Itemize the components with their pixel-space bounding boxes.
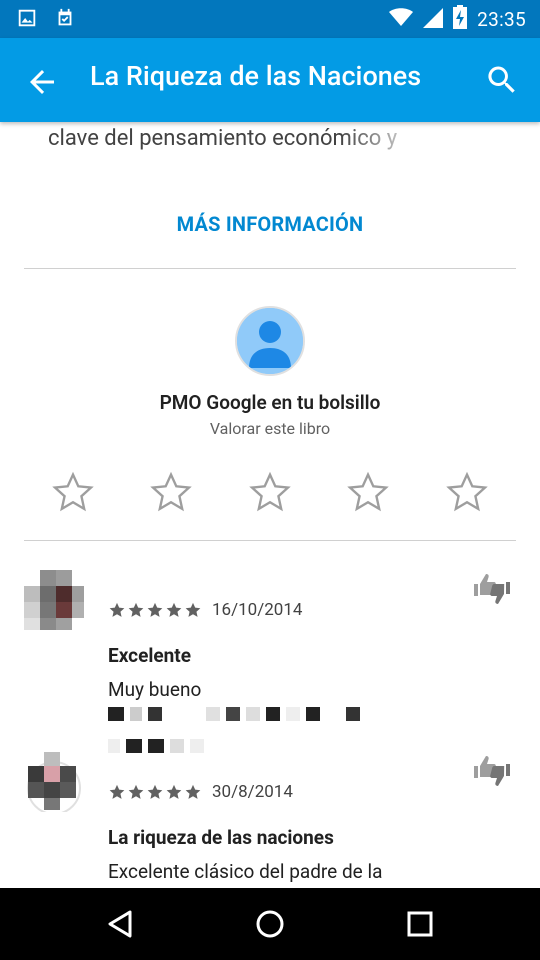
- description-fade: [340, 122, 450, 162]
- thumbs-vote-icon[interactable]: [472, 572, 512, 606]
- review-stars: [108, 783, 202, 801]
- reviewer-name-redacted: [108, 738, 204, 754]
- reviewer-avatar: [24, 570, 84, 630]
- status-time: 23:35: [477, 7, 526, 31]
- arrow-back-icon[interactable]: [24, 64, 60, 100]
- nav-back-icon[interactable]: [100, 904, 140, 944]
- star-icon-2[interactable]: [149, 470, 193, 514]
- more-info-button[interactable]: MÁS INFORMACIÓN: [0, 212, 540, 236]
- review-title: Excelente: [108, 644, 191, 667]
- review-title: La riqueza de las naciones: [108, 826, 334, 849]
- navigation-bar: [0, 888, 540, 960]
- star-icon-1[interactable]: [51, 470, 95, 514]
- nav-home-icon[interactable]: [250, 904, 290, 944]
- review-body: Muy bueno: [108, 678, 202, 701]
- review-item: 30/8/2014 La riqueza de las naciones Exc…: [0, 739, 540, 888]
- wifi-icon: [389, 6, 414, 32]
- review-date: 30/8/2014: [212, 782, 293, 802]
- user-name: PMO Google en tu bolsillo: [159, 391, 381, 414]
- divider: [24, 268, 516, 269]
- search-icon[interactable]: [484, 62, 520, 98]
- review-item: 16/10/2014 Excelente Muy bueno: [0, 568, 540, 728]
- review-stars: [108, 601, 202, 619]
- divider: [24, 540, 516, 541]
- star-icon-5[interactable]: [445, 470, 489, 514]
- review-date: 16/10/2014: [212, 600, 303, 620]
- reviewer-name-redacted: [108, 706, 360, 722]
- rate-prompt: Valorar este libro: [209, 419, 331, 438]
- star-icon-3[interactable]: [248, 470, 292, 514]
- app-bar: La Riqueza de las Naciones: [0, 38, 540, 122]
- image-icon: [16, 7, 38, 33]
- reviewer-avatar: [24, 752, 84, 812]
- review-rating: 30/8/2014: [108, 782, 293, 802]
- review-body: Excelente clásico del padre de la: [108, 860, 383, 883]
- page-title: La Riqueza de las Naciones: [90, 60, 422, 92]
- battery-charging-icon: [453, 5, 468, 33]
- thumbs-vote-icon[interactable]: [472, 754, 512, 788]
- calendar-check-icon: [54, 7, 76, 33]
- rating-stars: [0, 470, 540, 514]
- review-rating: 16/10/2014: [108, 600, 302, 620]
- signal-icon: [423, 6, 444, 32]
- book-details-content: clave del pensamiento económico y MÁS IN…: [0, 122, 540, 888]
- user-avatar: [235, 306, 305, 376]
- nav-recents-icon[interactable]: [400, 904, 440, 944]
- status-bar: 23:35: [0, 0, 540, 38]
- star-icon-4[interactable]: [346, 470, 390, 514]
